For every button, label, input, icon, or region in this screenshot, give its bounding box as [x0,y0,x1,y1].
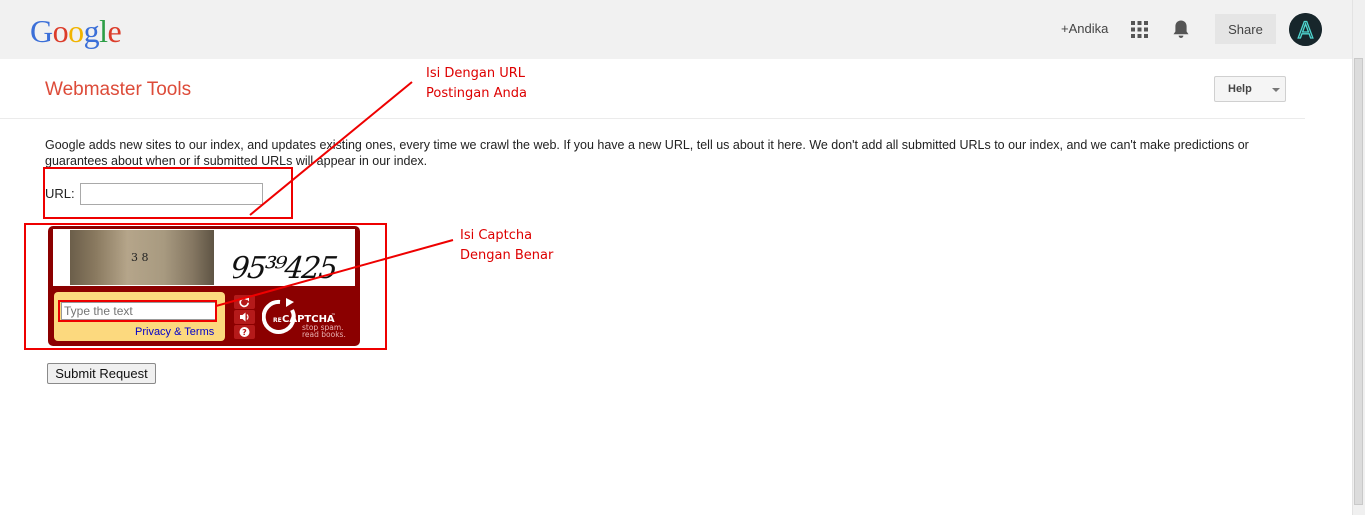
captcha-annotation-line-2: Dengan Benar [460,248,554,263]
annotation-arrows [215,81,454,307]
url-annotation-text: Isi Dengan URL Postingan Anda [426,64,527,104]
url-annotation-line-2: Postingan Anda [426,86,527,101]
browser-page: Google +Andika Share A Webmaster Tools H… [0,0,1365,515]
url-annotation-line-1: Isi Dengan URL [426,66,525,81]
captcha-annotation-line [215,239,454,307]
url-annotation-line [249,81,413,216]
captcha-annotation-line-1: Isi Captcha [460,228,533,243]
captcha-annotation-text: Isi Captcha Dengan Benar [460,226,553,266]
